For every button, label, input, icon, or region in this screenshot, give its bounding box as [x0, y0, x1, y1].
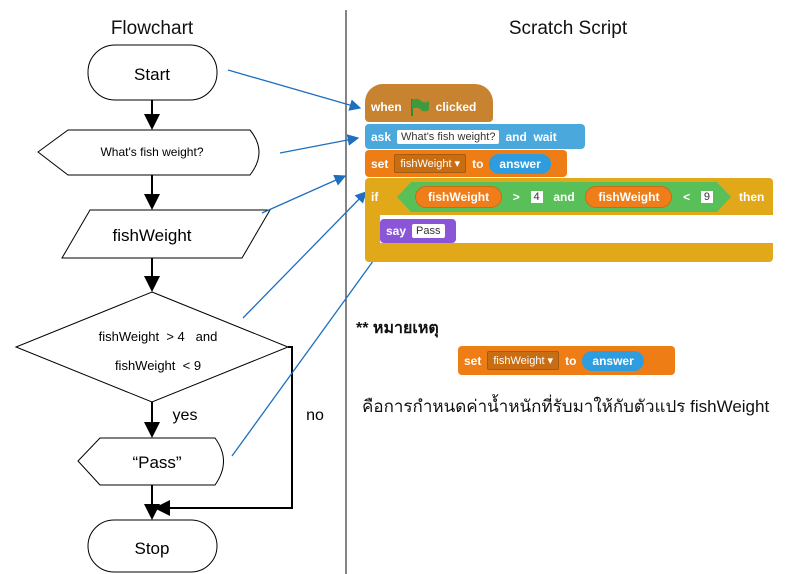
greater-than: > [512, 190, 520, 204]
set-keyword: set [464, 353, 482, 368]
if-keyword-wrap: if [365, 186, 384, 208]
fishweight-reporter[interactable]: fishWeight [585, 186, 672, 208]
set-keyword: set [371, 156, 389, 171]
set-to: to [565, 353, 577, 368]
say-input[interactable]: Pass [412, 224, 445, 238]
variable-dropdown: fishWeight ▾ [487, 351, 560, 370]
note-heading: ** หมายเหตุ [356, 320, 439, 337]
no-label: no [306, 407, 324, 424]
output-label: “Pass” [132, 453, 181, 472]
then-keyword: then [739, 190, 765, 204]
green-flag-icon [410, 98, 429, 116]
input-label: What's fish weight? [100, 145, 203, 159]
if-block-bottom [365, 243, 773, 262]
answer-reporter[interactable]: answer [489, 153, 551, 174]
when-flag-clicked-block[interactable]: when clicked [365, 84, 493, 122]
and-keyword: and [553, 190, 575, 204]
answer-reporter: answer [582, 350, 644, 371]
hat-when-text: when [371, 100, 402, 114]
stop-label: Stop [135, 539, 170, 558]
set-block[interactable]: set fishWeight ▾ to answer [365, 150, 567, 177]
mapping-arrow [261, 174, 347, 214]
number-input-4[interactable]: 4 [531, 191, 543, 203]
and-condition[interactable]: fishWeight > 4 and fishWeight < 9 [397, 182, 731, 212]
decision-diamond [14, 291, 290, 403]
set-to: to [472, 156, 484, 171]
if-block-arm [365, 214, 380, 246]
ask-suffix: and wait [505, 129, 557, 144]
decision-line2: fishWeight < 9 [115, 358, 201, 373]
note-set-block: set fishWeight ▾ to answer [458, 346, 675, 375]
assign-label: fishWeight [112, 226, 191, 245]
variable-name: fishWeight [493, 355, 545, 367]
yes-label: yes [173, 407, 198, 424]
start-label: Start [134, 65, 170, 84]
fishweight-reporter[interactable]: fishWeight [415, 186, 502, 208]
number-input-9[interactable]: 9 [701, 191, 713, 203]
ask-keyword: ask [371, 129, 392, 144]
say-keyword: say [386, 224, 407, 238]
variable-dropdown[interactable]: fishWeight ▾ [394, 154, 467, 173]
hat-clicked-text: clicked [435, 100, 477, 114]
decision-line1: fishWeight > 4 and [99, 329, 218, 344]
ask-block[interactable]: ask What's fish weight? and wait [365, 124, 585, 149]
if-keyword: if [371, 190, 379, 204]
variable-name: fishWeight [400, 158, 452, 170]
diagram: Flowchart Scratch Script Start What's fi… [0, 0, 803, 574]
less-than: < [683, 190, 691, 204]
say-block[interactable]: say Pass [380, 219, 456, 243]
ask-input[interactable]: What's fish weight? [397, 129, 500, 144]
note-text: คือการกำหนดค่าน้ำหนักที่รับมาให้กับตัวแป… [362, 397, 770, 416]
then-wrap: then [733, 186, 770, 208]
mapping-arrow [227, 69, 362, 111]
